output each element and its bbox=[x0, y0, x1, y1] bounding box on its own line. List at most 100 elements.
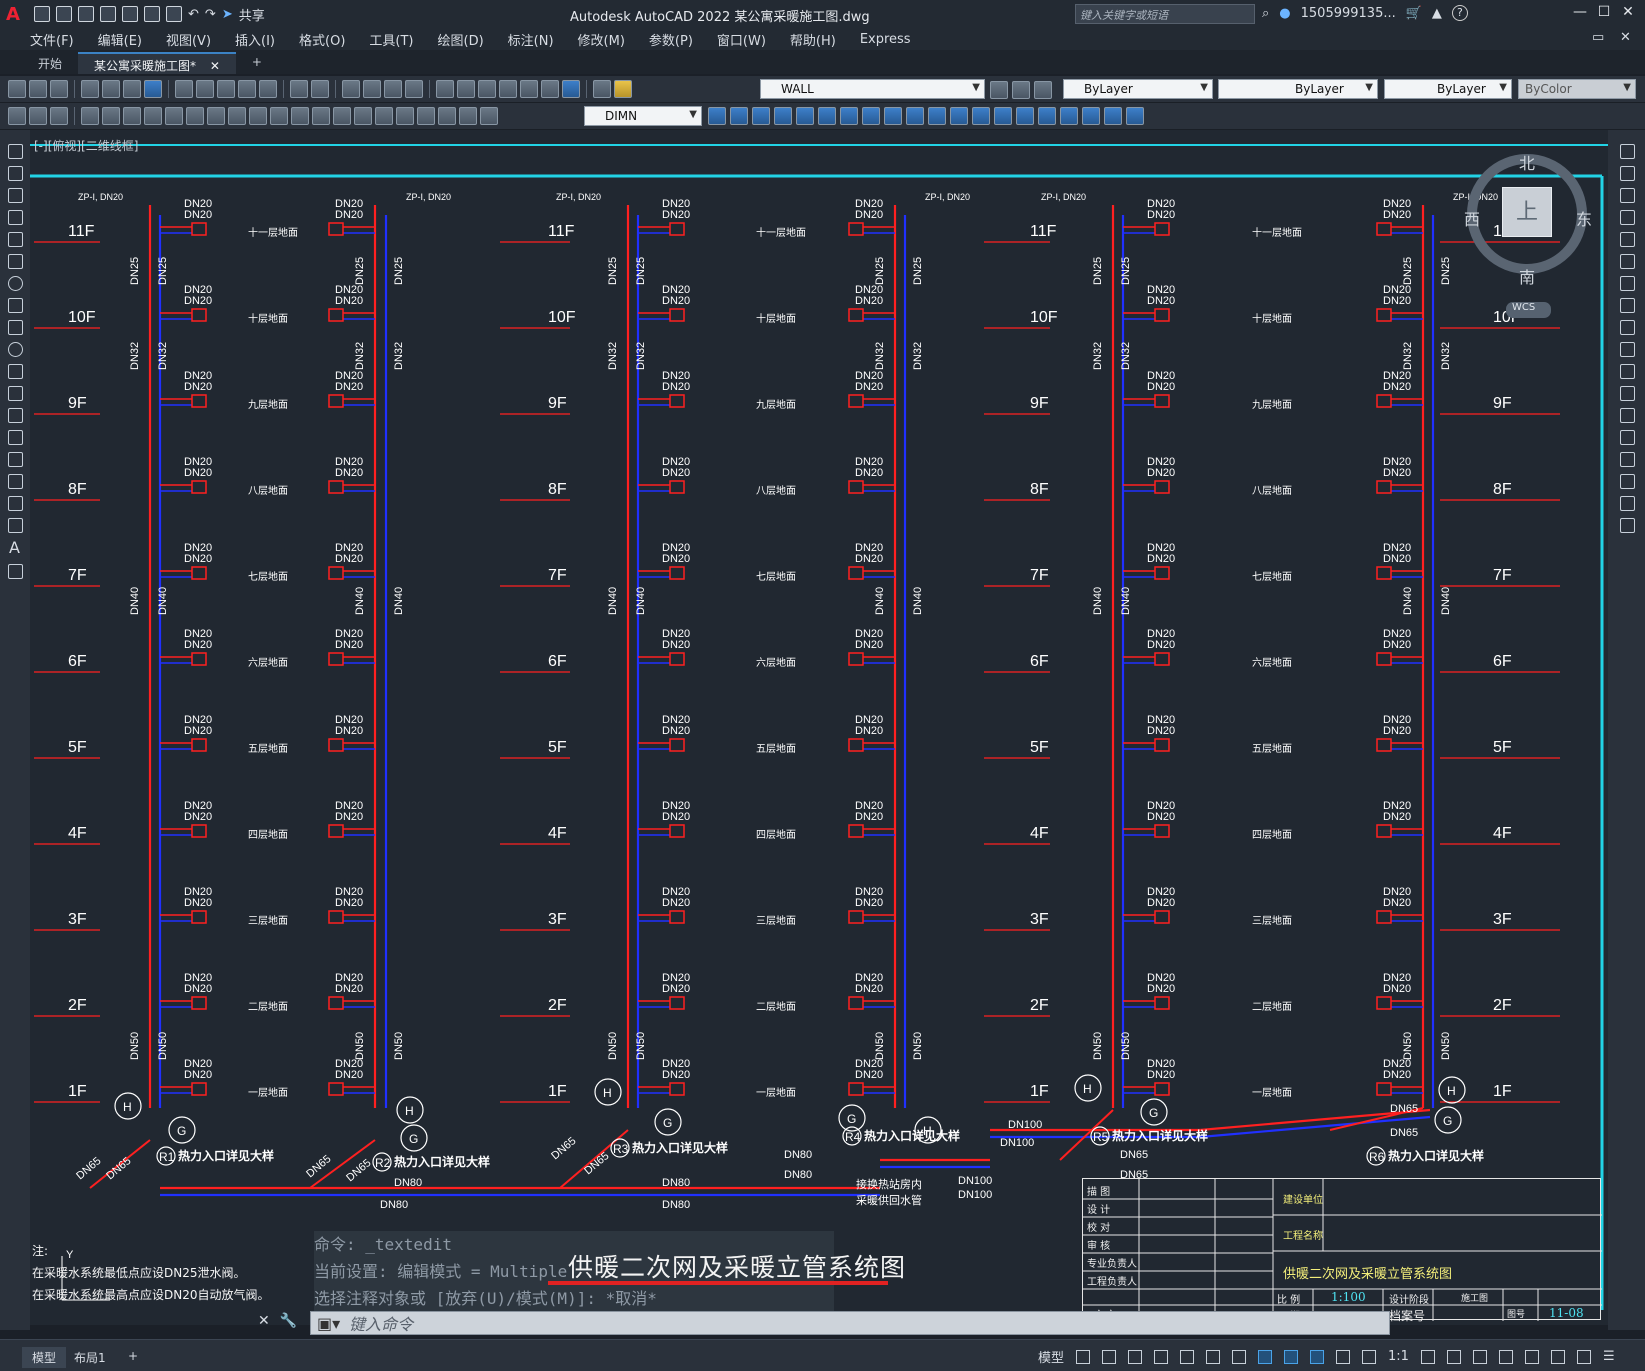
close-command-icon[interactable]: ✕ bbox=[258, 1313, 270, 1329]
hatch-icon[interactable] bbox=[8, 452, 23, 467]
trim-icon[interactable] bbox=[906, 107, 924, 125]
send-back-icon[interactable] bbox=[752, 107, 770, 125]
move-icon[interactable] bbox=[796, 107, 814, 125]
erase-side-icon[interactable] bbox=[1620, 144, 1635, 159]
aligned-dim-icon[interactable] bbox=[102, 107, 120, 125]
zoom-realtime-icon[interactable] bbox=[363, 80, 381, 98]
explode-icon[interactable] bbox=[994, 107, 1012, 125]
redo-icon[interactable]: ↷ bbox=[205, 7, 216, 22]
ortho-icon[interactable] bbox=[1154, 1349, 1169, 1364]
color-dropdown[interactable]: ByLayer ▼ bbox=[1063, 79, 1213, 99]
redo-toolbar-icon[interactable] bbox=[311, 80, 329, 98]
layer-dropdown[interactable]: WALL ▼ bbox=[760, 79, 985, 99]
jog-line-icon[interactable] bbox=[417, 107, 435, 125]
model-space-button[interactable]: 模型 bbox=[1038, 1347, 1064, 1366]
blend-icon[interactable] bbox=[1620, 496, 1635, 511]
save-icon[interactable] bbox=[78, 6, 94, 22]
rotate-side-icon[interactable] bbox=[1620, 276, 1635, 291]
open-web-icon[interactable] bbox=[122, 6, 138, 22]
polar-icon[interactable] bbox=[1180, 1349, 1195, 1364]
preview-icon[interactable] bbox=[102, 80, 120, 98]
add-layout-button[interactable]: + bbox=[118, 1347, 148, 1365]
fillet-icon[interactable] bbox=[950, 107, 968, 125]
mirror-icon[interactable] bbox=[1038, 107, 1056, 125]
block-editor-icon[interactable] bbox=[259, 80, 277, 98]
print-icon[interactable] bbox=[81, 80, 99, 98]
text-front-icon[interactable] bbox=[774, 107, 792, 125]
zoom-previous-icon[interactable] bbox=[405, 80, 423, 98]
osnap-tracking-icon[interactable] bbox=[1232, 1349, 1247, 1364]
doc-minimize-button[interactable]: ▭ bbox=[1592, 30, 1604, 45]
close-button[interactable]: ✕ bbox=[1618, 4, 1638, 20]
copy-obj-icon[interactable] bbox=[818, 107, 836, 125]
copy-icon[interactable] bbox=[196, 80, 214, 98]
wcs-menu[interactable]: WCS bbox=[1506, 302, 1551, 318]
line-icon[interactable] bbox=[8, 144, 23, 159]
copy-side-icon[interactable] bbox=[1620, 166, 1635, 181]
app-logo[interactable]: A bbox=[6, 4, 28, 25]
baseline-dim-icon[interactable] bbox=[270, 107, 288, 125]
pan-icon[interactable] bbox=[342, 80, 360, 98]
arc-length-icon[interactable] bbox=[123, 107, 141, 125]
tab-model[interactable]: 模型 bbox=[22, 1347, 67, 1368]
cut-icon[interactable] bbox=[175, 80, 193, 98]
mtext-icon[interactable]: A bbox=[9, 538, 20, 557]
diameter-dim-icon[interactable] bbox=[207, 107, 225, 125]
linear-dim-icon[interactable] bbox=[81, 107, 99, 125]
cart-icon[interactable]: 🛒 bbox=[1406, 6, 1422, 21]
join-side-icon[interactable] bbox=[1620, 430, 1635, 445]
viewport-controls[interactable]: [-][俯视][二维线框] bbox=[34, 137, 138, 154]
center-mark-icon[interactable] bbox=[375, 107, 393, 125]
trim-side-icon[interactable] bbox=[1620, 342, 1635, 357]
command-prompt-icon[interactable]: ▣▾ bbox=[317, 1314, 340, 1333]
bring-front-icon[interactable] bbox=[730, 107, 748, 125]
transparency-icon[interactable] bbox=[1310, 1349, 1325, 1364]
add-selected-icon[interactable] bbox=[8, 564, 23, 579]
arc-icon[interactable] bbox=[8, 254, 23, 269]
ellipse-icon[interactable] bbox=[8, 342, 23, 357]
circle-icon[interactable] bbox=[8, 276, 23, 291]
user-name[interactable]: 1505999135... bbox=[1301, 6, 1396, 21]
units-icon[interactable] bbox=[1472, 1349, 1487, 1364]
new-icon[interactable] bbox=[34, 6, 50, 22]
chamfer-side-icon[interactable] bbox=[1620, 452, 1635, 467]
hardware-accel-icon[interactable] bbox=[1550, 1349, 1565, 1364]
doc-close-button[interactable]: ✕ bbox=[1620, 30, 1631, 45]
save-web-icon[interactable] bbox=[144, 6, 160, 22]
tab-layout1[interactable]: 布局1 bbox=[64, 1347, 116, 1368]
move-side-icon[interactable] bbox=[1620, 254, 1635, 269]
publish-icon[interactable] bbox=[123, 80, 141, 98]
stretch-side-icon[interactable] bbox=[1620, 320, 1635, 335]
help-toolbar-icon[interactable] bbox=[562, 80, 580, 98]
workspace-gear-icon[interactable] bbox=[1420, 1349, 1435, 1364]
viewcube-top-face[interactable]: 上 bbox=[1502, 187, 1552, 237]
layer-properties-icon[interactable] bbox=[593, 80, 611, 98]
compass-south[interactable]: 南 bbox=[1519, 264, 1535, 288]
gradient-icon[interactable] bbox=[8, 474, 23, 489]
scale-icon[interactable] bbox=[862, 107, 880, 125]
design-center-icon[interactable] bbox=[457, 80, 475, 98]
xline-icon[interactable] bbox=[8, 166, 23, 181]
snap-icon[interactable] bbox=[1102, 1349, 1117, 1364]
layer-state-icon[interactable] bbox=[614, 80, 632, 98]
markup-icon[interactable] bbox=[520, 80, 538, 98]
tool-palette-icon[interactable] bbox=[478, 80, 496, 98]
properties-icon[interactable] bbox=[436, 80, 454, 98]
array-icon[interactable] bbox=[1060, 107, 1078, 125]
region-icon[interactable] bbox=[8, 496, 23, 511]
extend-icon[interactable] bbox=[928, 107, 946, 125]
make-current-layer-icon[interactable] bbox=[990, 81, 1008, 99]
menu-insert[interactable]: 插入(I) bbox=[223, 30, 287, 49]
3dprint-icon[interactable] bbox=[144, 80, 162, 98]
quick-properties-icon[interactable] bbox=[1498, 1349, 1513, 1364]
jogged-dim-icon[interactable] bbox=[186, 107, 204, 125]
help-icon[interactable]: ? bbox=[1451, 5, 1468, 21]
osnap-icon[interactable] bbox=[1258, 1349, 1273, 1364]
insert-block-icon[interactable] bbox=[8, 386, 23, 401]
join-icon[interactable] bbox=[1104, 107, 1122, 125]
isodraft-icon[interactable] bbox=[1206, 1349, 1221, 1364]
break-point-icon[interactable] bbox=[1620, 386, 1635, 401]
quick-dim-icon[interactable] bbox=[249, 107, 267, 125]
search-input[interactable]: 键入关键字或短语 bbox=[1075, 4, 1255, 24]
menu-modify[interactable]: 修改(M) bbox=[566, 30, 637, 49]
